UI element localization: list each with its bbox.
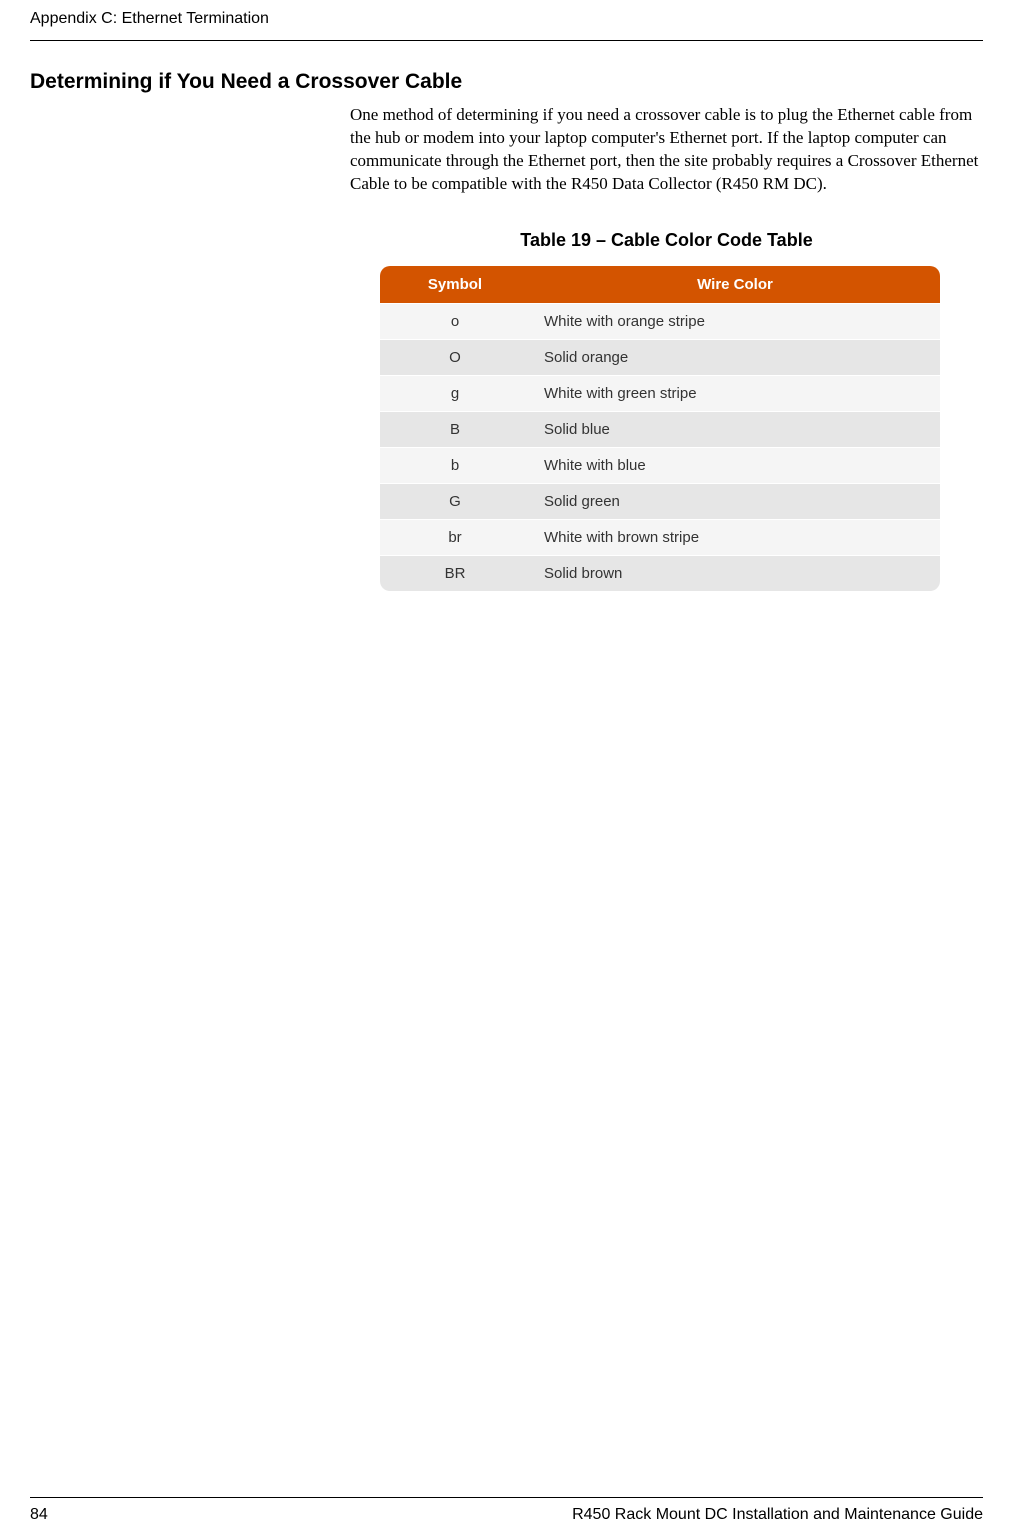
section-paragraph: One method of determining if you need a … (350, 104, 983, 196)
footer-guide-title: R450 Rack Mount DC Installation and Main… (572, 1506, 983, 1524)
section-heading: Determining if You Need a Crossover Cabl… (30, 70, 462, 94)
table-row: br White with brown stripe (380, 519, 940, 555)
symbol-cell: g (380, 375, 530, 411)
table-header-wire-color: Wire Color (530, 266, 940, 303)
table-row: BR Solid brown (380, 555, 940, 591)
table-row: O Solid orange (380, 339, 940, 375)
symbol-cell: B (380, 411, 530, 447)
table-caption: Table 19 – Cable Color Code Table (350, 230, 983, 251)
running-head: Appendix C: Ethernet Termination (30, 10, 983, 42)
symbol-cell: G (380, 483, 530, 519)
symbol-cell: b (380, 447, 530, 483)
table-row: b White with blue (380, 447, 940, 483)
wire-color-cell: White with blue (530, 447, 940, 483)
table-header-row: Symbol Wire Color (380, 266, 940, 303)
table-row: G Solid green (380, 483, 940, 519)
symbol-cell: o (380, 303, 530, 339)
table-row: g White with green stripe (380, 375, 940, 411)
wire-color-cell: Solid orange (530, 339, 940, 375)
wire-color-cell: White with green stripe (530, 375, 940, 411)
wire-color-cell: White with orange stripe (530, 303, 940, 339)
wire-color-cell: White with brown stripe (530, 519, 940, 555)
table-row: o White with orange stripe (380, 303, 940, 339)
page-number: 84 (30, 1506, 48, 1524)
table-row: B Solid blue (380, 411, 940, 447)
symbol-cell: O (380, 339, 530, 375)
wire-color-cell: Solid blue (530, 411, 940, 447)
footer-rule (30, 1497, 983, 1498)
cable-color-code-table: Symbol Wire Color o White with orange st… (380, 266, 940, 591)
header-rule (30, 40, 983, 41)
symbol-cell: BR (380, 555, 530, 591)
table-header-symbol: Symbol (380, 266, 530, 303)
symbol-cell: br (380, 519, 530, 555)
wire-color-cell: Solid green (530, 483, 940, 519)
page-footer: 84 R450 Rack Mount DC Installation and M… (30, 1506, 983, 1524)
wire-color-cell: Solid brown (530, 555, 940, 591)
